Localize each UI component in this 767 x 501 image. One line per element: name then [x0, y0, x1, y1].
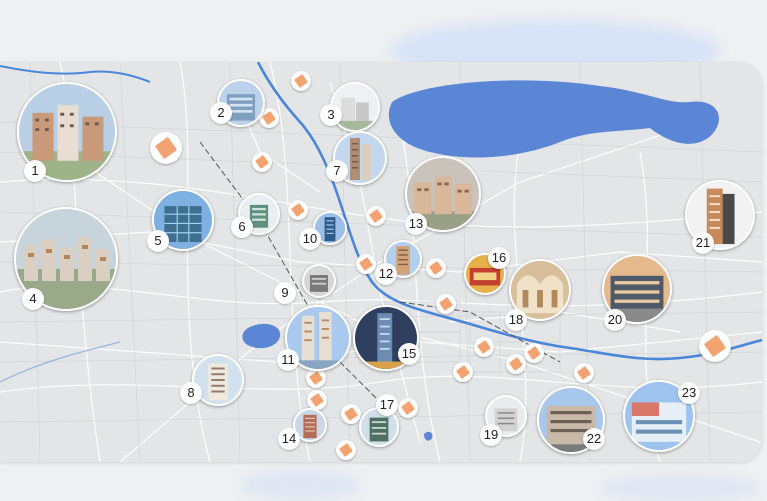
- location-marker[interactable]: [341, 404, 361, 424]
- location-number: 9: [274, 282, 296, 304]
- location-marker[interactable]: [150, 132, 182, 164]
- location-number: 7: [326, 160, 348, 182]
- location-number: 4: [22, 288, 44, 310]
- location-marker[interactable]: [474, 337, 494, 357]
- location-marker[interactable]: [398, 398, 418, 418]
- location-marker[interactable]: [336, 440, 356, 460]
- pond: [242, 323, 281, 349]
- location-number: 3: [320, 104, 342, 126]
- location-marker[interactable]: [574, 363, 594, 383]
- lake: [388, 80, 720, 158]
- location-number: 14: [278, 428, 300, 450]
- location-marker[interactable]: [436, 294, 456, 314]
- location-number: 10: [299, 228, 321, 250]
- location-marker[interactable]: [524, 343, 544, 363]
- location-number: 19: [480, 424, 502, 446]
- location-marker[interactable]: [306, 368, 326, 388]
- location-number: 15: [398, 343, 420, 365]
- location-number: 20: [604, 309, 626, 331]
- location-number: 16: [488, 247, 510, 269]
- location-number: 2: [210, 102, 232, 124]
- location-marker[interactable]: [699, 330, 731, 362]
- location-number: 1: [24, 160, 46, 182]
- location-marker[interactable]: [506, 354, 526, 374]
- location-number: 12: [375, 263, 397, 285]
- location-photo-9[interactable]: [302, 264, 336, 298]
- river: [0, 65, 151, 83]
- location-marker[interactable]: [307, 390, 327, 410]
- location-marker[interactable]: [356, 254, 376, 274]
- location-number: 6: [231, 216, 253, 238]
- location-number: 22: [583, 428, 605, 450]
- location-number: 11: [277, 349, 299, 371]
- location-marker[interactable]: [291, 71, 311, 91]
- background-blob: [600, 475, 760, 501]
- background-blob: [240, 470, 360, 500]
- pond: [424, 431, 433, 441]
- location-number: 17: [376, 394, 398, 416]
- location-number: 18: [505, 309, 527, 331]
- location-marker[interactable]: [288, 200, 308, 220]
- location-number: 13: [405, 213, 427, 235]
- location-marker[interactable]: [252, 152, 272, 172]
- location-marker[interactable]: [426, 258, 446, 278]
- location-marker[interactable]: [453, 362, 473, 382]
- location-number: 23: [678, 382, 700, 404]
- location-marker[interactable]: [366, 206, 386, 226]
- location-number: 21: [692, 232, 714, 254]
- location-number: 8: [180, 382, 202, 404]
- location-number: 5: [147, 230, 169, 252]
